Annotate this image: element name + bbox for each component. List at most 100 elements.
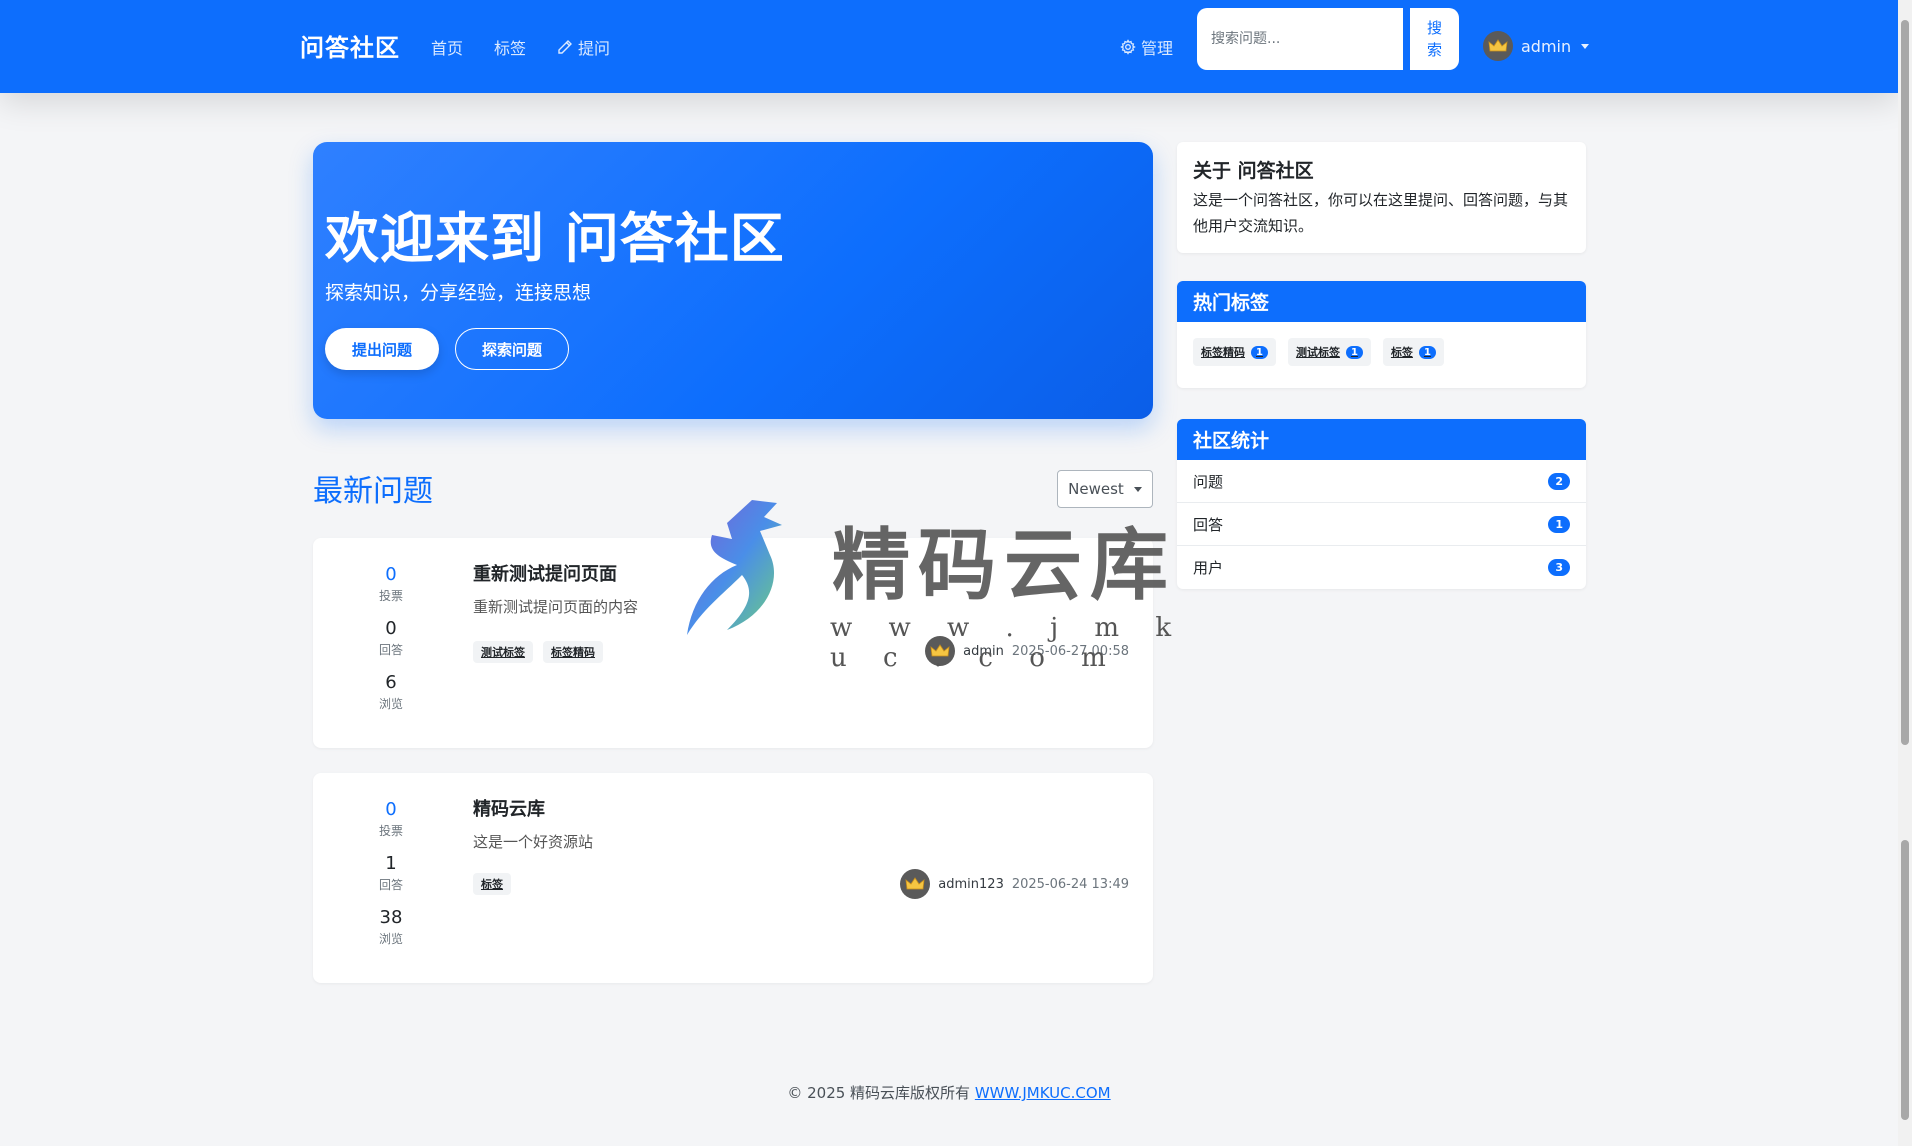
hot-tags-title: 热门标签 [1177,281,1586,322]
stats-row-label: 回答 [1193,515,1224,534]
sort-dropdown[interactable]: Newest [1057,470,1153,508]
search-button-label: 搜 索 [1426,19,1442,59]
brand-logo[interactable]: 问答社区 [300,28,400,63]
views-count: 38 [379,907,403,928]
views-stat: 6 浏览 [341,672,441,712]
crown-icon [930,644,950,657]
question-time: 2025-06-24 13:49 [1011,876,1129,892]
hot-tag-name: 标签 [1390,346,1413,359]
tag-link[interactable]: 测试标签 [473,641,533,663]
search-input[interactable] [1197,8,1403,70]
tag-link[interactable]: 标签精码 [543,641,603,663]
nav-admin[interactable]: 管理 [1120,35,1173,59]
question-meta: admin123 2025-06-24 13:49 [900,869,1129,899]
views-label: 浏览 [378,697,403,711]
views-label: 浏览 [378,932,403,946]
answers-label: 回答 [378,643,403,657]
question-excerpt: 重新测试提问页面的内容 [473,598,639,616]
stats-row-count: 2 [1548,472,1570,490]
answers-label: 回答 [378,878,403,892]
stats-row-answers: 回答 1 [1177,503,1586,546]
question-title[interactable]: 重新测试提问页面 [473,560,617,586]
question-meta: admin 2025-06-27 00:58 [925,636,1129,666]
user-menu[interactable]: admin [1483,31,1590,61]
nav-ask-label: 提问 [578,39,611,58]
search-button[interactable]: 搜 索 [1410,8,1459,70]
stats-row-label: 用户 [1193,559,1224,577]
crown-icon [905,877,925,890]
votes-label: 投票 [378,824,403,838]
hot-tag-name: 标签精码 [1201,346,1245,359]
question-title[interactable]: 精码云库 [473,795,545,821]
answers-count: 1 [385,853,397,874]
hot-tag-count: 1 [1251,345,1268,359]
question-tags: 测试标签 标签精码 [473,641,603,663]
answers-count: 0 [385,618,397,639]
community-stats-card: 社区统计 问题 2 回答 1 用户 3 [1177,419,1586,589]
about-title: 关于 问答社区 [1193,160,1314,182]
about-card: 关于 问答社区 这是一个问答社区，你可以在这里提问、回答问题，与其他用户交流知识… [1177,142,1586,253]
votes-stat: 0 投票 [341,564,441,604]
pencil-icon [558,40,572,54]
question-author[interactable]: admin123 [938,877,1004,892]
scrollbar-thumb-secondary[interactable] [1901,840,1909,1120]
answers-stat: 1 回答 [341,853,441,893]
about-text: 这是一个问答社区，你可以在这里提问、回答问题，与其他用户交流知识。 [1193,191,1569,235]
views-stat: 38 浏览 [341,907,441,947]
answers-stat: 0 回答 [341,618,441,658]
avatar [1483,31,1513,61]
hot-tag-count: 1 [1345,345,1363,359]
nav-admin-label: 管理 [1141,39,1174,58]
stats-row-count: 1 [1548,515,1570,533]
hot-tags-card: 热门标签 标签精码 1 测试标签 1 标签 1 [1177,281,1586,388]
views-count: 6 [385,672,397,693]
top-navbar: 问答社区 首页 标签 提问 管理 搜 索 admin [0,0,1898,93]
explore-questions-button[interactable]: 探索问题 [455,328,569,370]
nav-home-label: 首页 [431,39,464,58]
votes-stat: 0 投票 [341,799,441,839]
question-author[interactable]: admin [963,644,1004,659]
question-excerpt: 这是一个好资源站 [473,833,594,851]
chevron-down-icon [1133,486,1142,492]
username: admin [1521,36,1572,56]
question-card: 0 投票 1 回答 38 浏览 精码云库 这是一个好资源站 标签 admin12… [313,773,1153,983]
votes-count: 0 [385,564,397,585]
community-stats-title: 社区统计 [1177,419,1586,460]
question-card: 0 投票 0 回答 6 浏览 重新测试提问页面 重新测试提问页面的内容 测试标签… [313,538,1153,748]
hero-title: 欢迎来到 问答社区 [325,207,785,270]
avatar [900,869,931,899]
votes-count: 0 [385,799,397,820]
stats-row-questions: 问题 2 [1177,460,1586,503]
nav-tags[interactable]: 标签 [494,35,526,59]
stats-row-users: 用户 3 [1177,546,1586,589]
sort-selected-label: Newest [1068,480,1124,498]
hot-tag-item[interactable]: 测试标签 1 [1287,338,1371,366]
hero-banner: 欢迎来到 问答社区 探索知识，分享经验，连接思想 提出问题 探索问题 [313,142,1153,419]
latest-questions-title: 最新问题 [313,474,433,509]
votes-label: 投票 [378,589,403,603]
hot-tag-item[interactable]: 标签精码 1 [1193,338,1276,366]
chevron-down-icon [1581,43,1590,49]
gear-icon [1120,39,1136,55]
footer-copyright: © 2025 精码云库版权所有 [787,1084,971,1102]
nav-ask[interactable]: 提问 [557,35,610,59]
hot-tag-count: 1 [1418,345,1436,359]
crown-icon [1488,39,1508,52]
question-time: 2025-06-27 00:58 [1011,643,1129,659]
question-tags: 标签 [473,873,511,895]
hot-tag-item[interactable]: 标签 1 [1382,338,1444,366]
stats-row-label: 问题 [1193,472,1224,491]
hot-tag-name: 测试标签 [1295,346,1340,359]
scrollbar-thumb[interactable] [1901,20,1909,745]
ask-question-button[interactable]: 提出问题 [325,328,439,370]
hero-subtitle: 探索知识，分享经验，连接思想 [325,282,592,304]
avatar [925,636,956,666]
nav-tags-label: 标签 [494,39,527,58]
footer: © 2025 精码云库版权所有 WWW.JMKUC.COM [0,1082,1898,1103]
hot-tags-list: 标签精码 1 测试标签 1 标签 1 [1177,322,1586,388]
tag-link[interactable]: 标签 [473,873,511,895]
footer-link[interactable]: WWW.JMKUC.COM [975,1084,1111,1102]
nav-home[interactable]: 首页 [431,35,463,59]
scrollbar[interactable] [1898,0,1912,1146]
stats-row-count: 3 [1548,559,1570,576]
